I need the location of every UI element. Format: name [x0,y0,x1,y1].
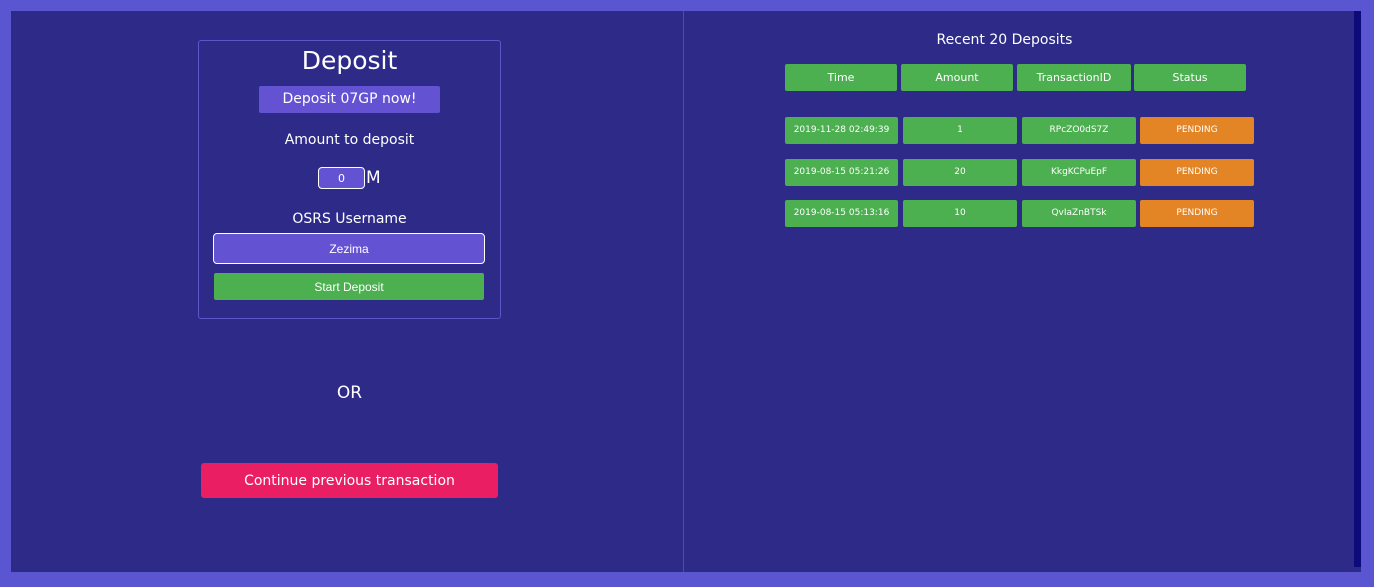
cell-amount: 1 [903,117,1017,144]
deposit-card: Deposit Deposit 07GP now! Amount to depo… [198,40,501,319]
cell-amount: 10 [903,200,1017,227]
column-divider [683,11,684,572]
amount-input[interactable] [318,167,365,189]
continue-transaction-button[interactable]: Continue previous transaction [201,463,498,498]
cell-amount: 20 [903,159,1017,186]
cell-transaction-id: QvIaZnBTSk [1022,200,1136,227]
recent-deposits-title: Recent 20 Deposits [936,32,1073,48]
status-badge: PENDING [1140,159,1254,186]
cell-time: 2019-08-15 05:21:26 [785,159,898,186]
deposit-title: Deposit [301,46,398,75]
status-badge: PENDING [1140,200,1254,227]
cell-transaction-id: KkgKCPuEpF [1022,159,1136,186]
main-panel: Deposit Deposit 07GP now! Amount to depo… [11,11,1361,572]
cell-time: 2019-08-15 05:13:16 [785,200,898,227]
or-separator-label: OR [336,383,363,403]
cell-transaction-id: RPcZO0dS7Z [1022,117,1136,144]
start-deposit-button[interactable]: Start Deposit [214,273,484,300]
vertical-scrollbar[interactable] [1354,11,1361,567]
amount-unit-label: M [366,168,381,188]
username-input[interactable] [213,233,485,264]
amount-label: Amount to deposit [284,132,415,148]
header-time: Time [785,64,897,91]
header-transaction-id: TransactionID [1017,64,1131,91]
header-status: Status [1134,64,1246,91]
header-amount: Amount [901,64,1013,91]
cell-time: 2019-11-28 02:49:39 [785,117,898,144]
status-badge: PENDING [1140,117,1254,144]
promo-badge: Deposit 07GP now! [259,86,440,113]
username-label: OSRS Username [292,211,407,227]
